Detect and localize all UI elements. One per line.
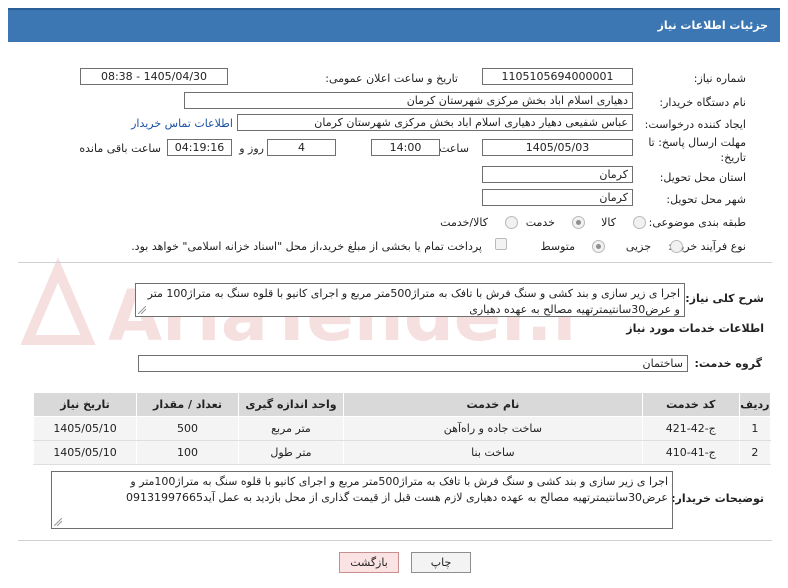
buyer-org-label: نام دستگاه خریدار: [659, 96, 746, 109]
remaining-time-label: ساعت باقی مانده [79, 142, 161, 155]
purchase-option-partial: جزیی [625, 240, 651, 253]
requester-field: عباس شفیعی دهیار دهیاری اسلام اباد بخش م… [237, 114, 633, 131]
treasury-note: پرداخت تمام یا بخشی از مبلغ خرید،از محل … [131, 240, 482, 253]
column-header-date: تاریخ نیاز [32, 392, 138, 417]
description-label: شرح کلی نیاز: [685, 292, 764, 305]
need-number-field: 1105105694000001 [482, 68, 633, 85]
purchase-radio-partial[interactable] [670, 240, 683, 253]
table-header-row: ردیف کد خدمت نام خدمت واحد اندازه گیری ت… [32, 392, 772, 417]
service-name: ساخت بنا [342, 440, 643, 465]
service-group-label: گروه خدمت: [694, 357, 762, 370]
service-code: ج-42-421 [641, 416, 740, 441]
divider [18, 262, 772, 263]
service-name: ساخت جاده و راه‌آهن [342, 416, 643, 441]
service-qty: 100 [136, 440, 239, 465]
services-table: ردیف کد خدمت نام خدمت واحد اندازه گیری ت… [32, 392, 772, 465]
column-header-name: نام خدمت [342, 392, 643, 417]
service-date: 1405/05/10 [32, 440, 138, 465]
table-row: 1 ج-42-421 ساخت جاده و راه‌آهن متر مربع … [32, 416, 772, 441]
deadline-time-field: 14:00 [371, 139, 440, 156]
deadline-date-field: 1405/05/03 [482, 139, 633, 156]
deadline-time-label: ساعت [439, 142, 469, 155]
buyer-notes-textarea: اجرا ی زیر سازی و بند کشی و سنگ فرش با ت… [51, 471, 673, 529]
category-radio-service[interactable] [572, 216, 585, 229]
category-radio-goods[interactable] [633, 216, 646, 229]
service-date: 1405/05/10 [32, 416, 138, 441]
days-label: روز و [239, 142, 264, 155]
page-header: جزئیات اطلاعات نیاز [8, 8, 780, 42]
purchase-option-medium: متوسط [540, 240, 575, 253]
column-header-code: کد خدمت [641, 392, 740, 417]
buyer-notes-text: اجرا ی زیر سازی و بند کشی و سنگ فرش با ت… [126, 475, 668, 504]
purchase-radio-medium[interactable] [592, 240, 605, 253]
category-radio-goods-service[interactable] [505, 216, 518, 229]
description-textarea: اجرا ی زیر سازی و بند کشی و سنگ فرش با ت… [135, 283, 685, 317]
remaining-days-field: 4 [267, 139, 336, 156]
category-option-service: خدمت [525, 216, 555, 229]
row-number: 1 [738, 416, 772, 441]
category-option-goods-service: کالا/خدمت [440, 216, 488, 229]
service-code: ج-41-410 [641, 440, 740, 465]
page-title: جزئیات اطلاعات نیاز [657, 19, 769, 32]
announce-datetime-label: تاریخ و ساعت اعلان عمومی: [325, 72, 458, 85]
buyer-org-field: دهیاری اسلام اباد بخش مرکزی شهرستان کرما… [184, 92, 633, 109]
buyer-contact-link[interactable]: اطلاعات تماس خریدار [131, 117, 233, 130]
row-number: 2 [738, 440, 772, 465]
buyer-notes-label: توضیحات خریدار: [671, 492, 764, 505]
requester-label: ایجاد کننده درخواست: [644, 118, 746, 131]
column-header-row: ردیف [738, 392, 772, 417]
need-number-label: شماره نیاز: [693, 72, 746, 85]
treasury-checkbox[interactable] [495, 238, 507, 250]
city-field: کرمان [482, 189, 633, 206]
service-unit: متر طول [237, 440, 344, 465]
print-button[interactable]: چاپ [411, 552, 471, 573]
service-group-field: ساختمان [138, 355, 688, 372]
category-label: طبقه بندی موضوعی: [648, 216, 746, 229]
resize-grip-icon[interactable] [54, 518, 62, 526]
services-section-title: اطلاعات خدمات مورد نیاز [626, 322, 764, 335]
deadline-label: مهلت ارسال پاسخ: تا [648, 136, 746, 149]
resize-grip-icon[interactable] [138, 306, 146, 314]
province-field: کرمان [482, 166, 633, 183]
column-header-unit: واحد اندازه گیری [237, 392, 344, 417]
province-label: استان محل تحویل: [659, 171, 746, 184]
announce-datetime-field: 1405/04/30 - 08:38 [80, 68, 228, 85]
deadline-date-label: تاریخ: [720, 151, 746, 164]
column-header-qty: تعداد / مقدار [136, 392, 239, 417]
service-qty: 500 [136, 416, 239, 441]
table-row: 2 ج-41-410 ساخت بنا متر طول 100 1405/05/… [32, 440, 772, 465]
category-option-goods: کالا [601, 216, 616, 229]
divider [18, 540, 772, 541]
city-label: شهر محل تحویل: [666, 193, 746, 206]
description-text: اجرا ی زیر سازی و بند کشی و سنگ فرش با ت… [147, 287, 680, 316]
back-button[interactable]: بازگشت [339, 552, 399, 573]
service-unit: متر مربع [237, 416, 344, 441]
remaining-time-field: 04:19:16 [167, 139, 232, 156]
